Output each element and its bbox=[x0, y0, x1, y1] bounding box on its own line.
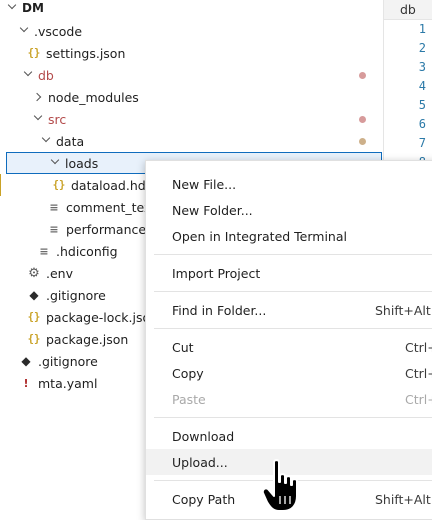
menu-separator bbox=[154, 328, 432, 329]
menu-item-shortcut: Ctrl+ bbox=[405, 365, 432, 381]
text-file-icon: ≡ bbox=[49, 222, 59, 236]
menu-item-label: Copy Path bbox=[172, 491, 236, 507]
menu-separator bbox=[154, 417, 432, 418]
menu-item-import-project[interactable]: Import Project bbox=[146, 260, 432, 286]
tree-label: package.json bbox=[46, 331, 129, 347]
line-number: 2 bbox=[418, 41, 426, 55]
menu-item-label: Open in Integrated Terminal bbox=[172, 228, 347, 244]
json-file-icon: {} bbox=[27, 311, 41, 323]
json-file-icon: {} bbox=[27, 333, 41, 345]
chevron-down-icon bbox=[38, 135, 54, 147]
tree-root-dm[interactable]: DM bbox=[0, 0, 384, 19]
gear-icon: ⚙ bbox=[28, 265, 40, 281]
tree-label: dataload.hdb bbox=[71, 177, 154, 193]
git-icon: ◆ bbox=[29, 288, 39, 302]
line-number: 1 bbox=[418, 22, 426, 36]
tree-folder-data[interactable]: data bbox=[0, 130, 384, 152]
tree-label: .vscode bbox=[34, 23, 83, 39]
modified-dot-icon bbox=[359, 115, 366, 123]
json-file-icon: {} bbox=[52, 179, 66, 191]
menu-item-label: Import Project bbox=[172, 265, 261, 281]
json-file-icon: {} bbox=[27, 47, 41, 59]
tree-label: db bbox=[38, 67, 54, 83]
tree-folder-vscode[interactable]: .vscode bbox=[0, 20, 384, 42]
tree-label: src bbox=[48, 111, 67, 127]
line-number: 4 bbox=[418, 79, 426, 93]
git-icon: ◆ bbox=[21, 354, 31, 368]
line-number: 5 bbox=[418, 98, 426, 112]
tree-label: .hdiconfig bbox=[56, 243, 118, 259]
tree-label: data bbox=[56, 133, 85, 149]
line-number: 6 bbox=[418, 117, 426, 131]
tree-label: settings.json bbox=[46, 45, 126, 61]
tree-label: .gitignore bbox=[38, 353, 98, 369]
menu-item-label: Cut bbox=[172, 339, 194, 355]
tree-label: mta.yaml bbox=[38, 375, 98, 391]
tree-label: DM bbox=[22, 1, 44, 15]
tree-label: .env bbox=[46, 265, 73, 281]
menu-item-shortcut: Shift+Alt+ bbox=[375, 491, 432, 507]
menu-item-paste[interactable]: Paste Ctrl+ bbox=[146, 386, 432, 412]
menu-separator bbox=[154, 291, 432, 292]
tree-label: node_modules bbox=[48, 89, 139, 105]
tree-folder-src[interactable]: src bbox=[0, 108, 384, 130]
menu-separator bbox=[154, 254, 432, 255]
tree-label: .gitignore bbox=[46, 287, 106, 303]
chevron-down-icon bbox=[47, 157, 63, 169]
menu-item-shortcut: Ctrl+ bbox=[405, 391, 432, 407]
modified-dot-icon bbox=[359, 71, 366, 79]
yaml-file-icon: ! bbox=[23, 376, 29, 390]
menu-item-new-folder[interactable]: New Folder... bbox=[146, 197, 432, 223]
tree-label: loads bbox=[65, 155, 99, 171]
menu-item-label: New File... bbox=[172, 176, 237, 192]
chevron-right-icon bbox=[30, 92, 46, 103]
menu-item-label: Upload... bbox=[172, 454, 228, 470]
menu-item-shortcut: Shift+Alt+ bbox=[375, 302, 432, 318]
chevron-down-icon bbox=[20, 69, 36, 81]
text-file-icon: ≡ bbox=[49, 200, 59, 214]
chevron-down-icon bbox=[16, 25, 32, 37]
text-file-icon: ≡ bbox=[39, 244, 49, 258]
menu-item-shortcut: Ctrl+ bbox=[405, 339, 432, 355]
tree-label: comment_text bbox=[66, 199, 157, 215]
menu-item-download[interactable]: Download bbox=[146, 423, 432, 449]
untracked-dot-icon bbox=[359, 137, 366, 145]
menu-item-open-in-terminal[interactable]: Open in Integrated Terminal bbox=[146, 223, 432, 249]
tree-file-settings-json[interactable]: {} settings.json bbox=[0, 42, 384, 64]
editor-tab-label: db bbox=[400, 2, 416, 17]
menu-item-label: Paste bbox=[172, 391, 206, 407]
chevron-down-icon bbox=[30, 113, 46, 125]
menu-item-cut[interactable]: Cut Ctrl+ bbox=[146, 334, 432, 360]
editor-tab[interactable]: db bbox=[384, 0, 432, 20]
menu-item-find-in-folder[interactable]: Find in Folder... Shift+Alt+ bbox=[146, 297, 432, 323]
tree-folder-node-modules[interactable]: node_modules bbox=[0, 86, 384, 108]
line-number: 7 bbox=[418, 136, 426, 150]
menu-item-label: Copy bbox=[172, 365, 204, 381]
menu-item-label: Find in Folder... bbox=[172, 302, 267, 318]
menu-item-new-file[interactable]: New File... bbox=[146, 171, 432, 197]
tree-label: package-lock.json bbox=[46, 309, 159, 325]
hand-pointer-cursor-icon bbox=[262, 459, 298, 512]
menu-item-label: Download bbox=[172, 428, 235, 444]
line-number: 3 bbox=[418, 60, 426, 74]
tree-folder-db[interactable]: db bbox=[0, 64, 384, 86]
menu-item-label: New Folder... bbox=[172, 202, 253, 218]
menu-item-copy[interactable]: Copy Ctrl+ bbox=[146, 360, 432, 386]
chevron-down-icon bbox=[4, 2, 20, 14]
